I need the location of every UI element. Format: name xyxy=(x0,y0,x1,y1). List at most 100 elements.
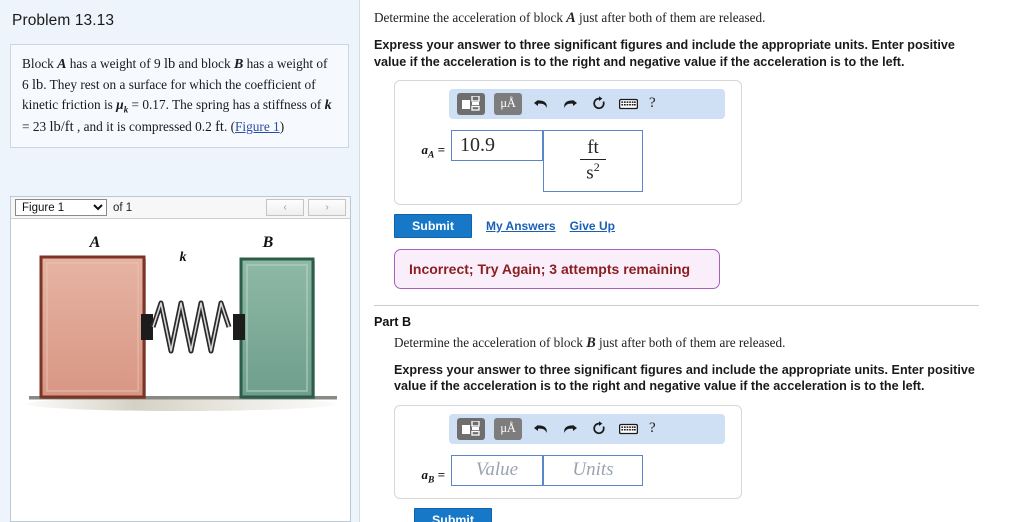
block-b xyxy=(239,257,315,399)
spring-k-label: k xyxy=(180,250,187,265)
keyboard-icon[interactable] xyxy=(618,423,638,435)
undo-icon[interactable] xyxy=(531,422,551,436)
part-b-question-tail: just after both of them are released. xyxy=(595,334,786,350)
stmt-seg-8: , and it is compressed 0.2 xyxy=(73,118,216,134)
part-b-units-input[interactable]: Units xyxy=(543,454,643,486)
problem-statement-text: Block A has a weight of 9 lb and block B… xyxy=(22,54,337,137)
help-icon[interactable]: ? xyxy=(649,420,656,437)
stmt-mu-symbol: μk xyxy=(116,97,128,115)
part-a-units-input[interactable]: ft s2 xyxy=(543,129,643,192)
part-a-answer-area: μÅ ? aA = 10.9 ft s2 Submit My Answers G… xyxy=(394,79,996,289)
stmt-seg-10: ) xyxy=(279,118,285,134)
part-a-den-exponent: 2 xyxy=(593,160,600,175)
stmt-unit-lb-2: lb xyxy=(31,76,44,93)
part-a-variable-label: aA = xyxy=(405,130,451,161)
part-b-equals: = xyxy=(437,466,445,482)
units-micro-angstrom-label: μÅ xyxy=(500,421,516,436)
part-a-feedback-message: Incorrect; Try Again; 3 attempts remaini… xyxy=(394,248,720,289)
math-template-icon[interactable] xyxy=(457,92,485,115)
part-b-submit-button[interactable]: Submit xyxy=(414,507,492,522)
help-icon[interactable]: ? xyxy=(649,95,656,112)
part-b-answer-box: μÅ ? aB = Value Units xyxy=(394,404,742,499)
part-b-input-row: aB = Units xyxy=(405,454,731,486)
block-a xyxy=(39,255,146,399)
figure-panel: Figure 1 of 1 ‹ › A k B xyxy=(10,196,351,522)
redo-glyph xyxy=(564,99,577,108)
reset-icon[interactable] xyxy=(589,96,609,111)
figure-1-link[interactable]: Figure 1 xyxy=(235,119,280,134)
spring-anchor-right xyxy=(233,314,245,340)
part-a-den-base: s xyxy=(586,162,594,184)
part-b-heading: Part B xyxy=(374,314,412,329)
keyboard-icon[interactable] xyxy=(618,98,638,110)
part-a-units-numerator: ft xyxy=(587,137,599,159)
part-a-my-answers-link[interactable]: My Answers xyxy=(486,219,556,233)
math-template-icon[interactable] xyxy=(457,417,485,440)
redo-icon[interactable] xyxy=(560,97,580,111)
part-a-answer-box: μÅ ? aA = 10.9 ft s2 xyxy=(394,79,742,205)
redo-glyph xyxy=(564,424,577,433)
math-template-glyph xyxy=(462,421,480,436)
stmt-seg-2: has a weight of 9 xyxy=(66,56,164,71)
keyboard-glyph xyxy=(618,98,638,110)
stmt-unit-ft: ft xyxy=(215,118,224,135)
part-b-question: Determine the acceleration of block B ju… xyxy=(394,334,996,353)
problem-sidebar: Problem 13.13 Block A has a weight of 9 … xyxy=(0,0,360,522)
units-micro-angstrom-icon[interactable]: μÅ xyxy=(494,92,522,115)
blocks-spring-diagram: A k B xyxy=(26,234,337,411)
figure-nav-group: ‹ › xyxy=(266,199,346,216)
stmt-seg-6: = 0.17. The spring has a stiffness of xyxy=(128,97,325,113)
part-b-question-var: B xyxy=(586,334,596,351)
figure-select[interactable]: Figure 1 xyxy=(15,199,107,216)
reset-glyph xyxy=(593,96,605,110)
math-template-glyph xyxy=(462,96,480,112)
undo-icon[interactable] xyxy=(531,97,551,111)
part-b-question-lead: Determine the acceleration of block xyxy=(394,334,587,350)
undo-glyph xyxy=(534,424,547,433)
problem-statement-box: Block A has a weight of 9 lb and block B… xyxy=(10,44,349,149)
units-micro-angstrom-label: μÅ xyxy=(500,96,516,111)
page-title: Problem 13.13 xyxy=(12,12,115,29)
figure-toolbar: Figure 1 of 1 ‹ › xyxy=(11,197,350,219)
figure-prev-button[interactable]: ‹ xyxy=(266,199,304,216)
keyboard-glyph xyxy=(618,423,638,434)
part-a-submit-button[interactable]: Submit xyxy=(394,213,472,238)
stmt-var-k: k xyxy=(324,98,332,114)
part-b-value-input[interactable] xyxy=(451,454,543,486)
figure-image: A k B xyxy=(11,219,350,521)
part-b-var-sub: B xyxy=(427,475,435,486)
spring-coil-outline xyxy=(150,300,232,354)
part-a-input-row: aA = ft s2 xyxy=(405,129,731,192)
block-b-label: B xyxy=(262,234,274,251)
part-b-math-toolbar: μÅ ? xyxy=(449,413,725,444)
part-b-answer-area: μÅ ? aB = Value Units Submit xyxy=(394,404,996,522)
part-a-question-lead: Determine the acceleration of block xyxy=(374,10,567,25)
figure-count-label: of 1 xyxy=(113,201,133,214)
reset-icon[interactable] xyxy=(589,421,609,436)
page-root: Problem 13.13 Block A has a weight of 9 … xyxy=(0,0,1024,522)
part-b-instruction: Express your answer to three significant… xyxy=(394,363,975,394)
part-a-instruction: Express your answer to three significant… xyxy=(374,38,955,69)
stmt-unit-lb-1: lb xyxy=(163,56,176,72)
stmt-seg-9: . ( xyxy=(223,118,236,134)
part-b-variable-label: aB = xyxy=(405,455,451,486)
stmt-seg-1: Block xyxy=(22,56,58,71)
part-a-question: Determine the acceleration of block A ju… xyxy=(374,9,996,28)
part-a-question-var: A xyxy=(566,10,576,26)
question-panel: Determine the acceleration of block A ju… xyxy=(360,0,1024,522)
figure-next-button[interactable]: › xyxy=(308,199,346,216)
part-a-var-sub: A xyxy=(427,150,435,161)
part-a-give-up-link[interactable]: Give Up xyxy=(570,219,615,233)
part-b-units-placeholder: Units xyxy=(572,459,614,481)
mu-glyph: μ xyxy=(116,97,124,113)
units-micro-angstrom-icon[interactable]: μÅ xyxy=(494,417,522,440)
stmt-unit-lbft: lb/ft xyxy=(49,118,74,135)
redo-icon[interactable] xyxy=(560,422,580,436)
spring-anchor-left xyxy=(141,314,153,340)
stmt-seg-3: and block xyxy=(175,56,234,71)
reset-glyph xyxy=(593,421,605,435)
part-a-submit-row: Submit My Answers Give Up xyxy=(394,213,996,238)
part-a-value-input[interactable] xyxy=(451,129,543,161)
part-a-units-fraction: ft s2 xyxy=(580,138,606,183)
part-a-equals: = xyxy=(437,141,445,157)
